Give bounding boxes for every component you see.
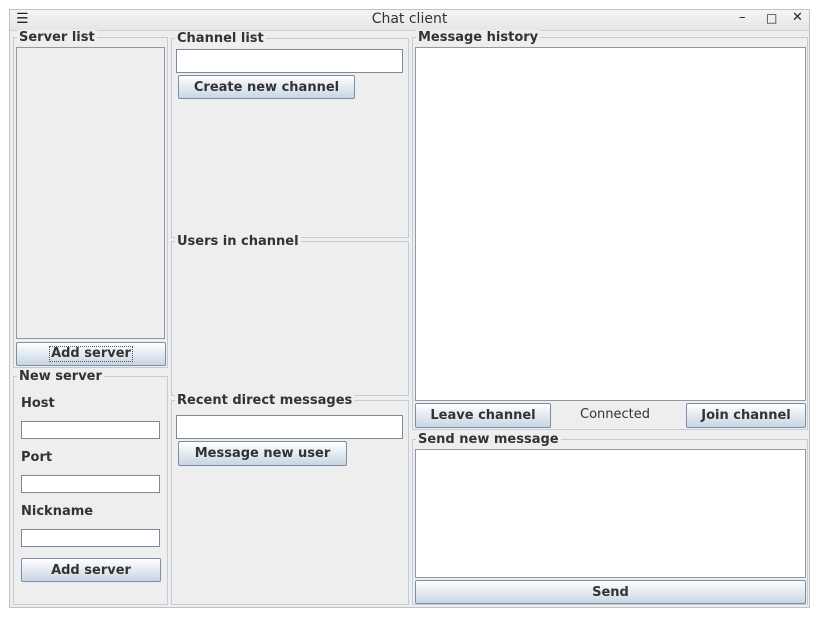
add-server-button[interactable]: Add server xyxy=(16,342,166,366)
new-server-add-button[interactable]: Add server xyxy=(21,558,161,582)
server-list-box[interactable] xyxy=(16,47,165,339)
minimize-icon[interactable]: – xyxy=(739,10,746,25)
users-in-channel-title: Users in channel xyxy=(175,234,301,249)
title-bar: ☰ Chat client – □ ✕ xyxy=(10,10,809,31)
create-channel-button[interactable]: Create new channel xyxy=(178,75,355,99)
nickname-label: Nickname xyxy=(21,504,94,519)
server-list-panel: Server list Add server xyxy=(13,30,168,368)
close-icon[interactable]: ✕ xyxy=(792,10,803,25)
recent-direct-messages-panel: Recent direct messages Message new user xyxy=(171,393,409,605)
new-server-title: New server xyxy=(17,369,104,384)
send-button[interactable]: Send xyxy=(415,580,806,604)
message-new-user-button[interactable]: Message new user xyxy=(178,441,347,466)
window-title: Chat client xyxy=(371,11,448,27)
join-channel-button[interactable]: Join channel xyxy=(686,403,806,428)
send-new-message-title: Send new message xyxy=(416,432,561,447)
users-in-channel-panel: Users in channel xyxy=(171,234,409,396)
host-label: Host xyxy=(21,396,55,411)
recent-direct-messages-title: Recent direct messages xyxy=(175,393,355,408)
send-new-message-panel: Send new message Send xyxy=(412,432,808,605)
channel-name-input[interactable] xyxy=(176,49,403,73)
new-server-panel: New server Host Port Nickname Add server xyxy=(13,369,168,605)
message-history-panel: Message history Leave channel Connected … xyxy=(412,30,808,430)
channel-list-title: Channel list xyxy=(175,31,266,46)
server-list-title: Server list xyxy=(17,30,97,45)
message-history-title: Message history xyxy=(416,30,541,45)
host-input[interactable] xyxy=(21,421,160,439)
message-history-area[interactable] xyxy=(415,47,806,401)
port-label: Port xyxy=(21,450,53,465)
nickname-input[interactable] xyxy=(21,529,160,547)
channel-list-panel: Channel list Create new channel xyxy=(171,31,409,238)
leave-channel-button[interactable]: Leave channel xyxy=(415,403,551,428)
dm-user-input[interactable] xyxy=(176,415,403,439)
port-input[interactable] xyxy=(21,475,160,493)
add-server-button-label: Add server xyxy=(49,346,133,362)
maximize-icon[interactable]: □ xyxy=(766,11,777,25)
new-message-textarea[interactable] xyxy=(415,449,806,578)
connection-status: Connected xyxy=(580,407,651,422)
chat-client-window: ☰ Chat client – □ ✕ Server list Add serv… xyxy=(9,9,810,608)
